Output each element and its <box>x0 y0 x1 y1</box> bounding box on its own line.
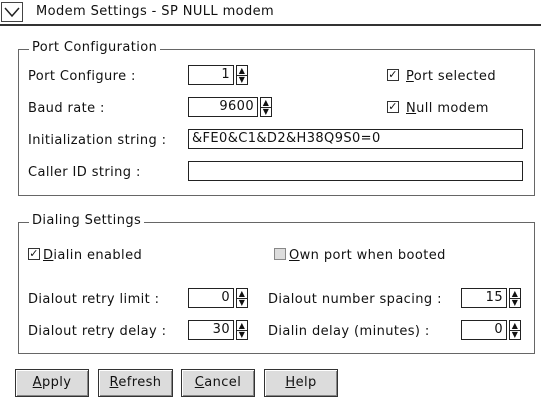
dialout-retry-limit-spin[interactable]: ▲ ▼ <box>236 288 248 308</box>
caller-id-label: Caller ID string : <box>28 165 141 180</box>
help-button[interactable]: Help <box>264 369 338 397</box>
system-menu-button[interactable] <box>1 2 23 22</box>
spin-down-icon[interactable]: ▼ <box>510 298 520 307</box>
baud-rate-spin[interactable]: ▲ ▼ <box>260 97 272 117</box>
window-title: Modem Settings - SP NULL modem <box>36 4 275 19</box>
init-string-label: Initialization string : <box>28 133 167 148</box>
dialout-retry-delay-label: Dialout retry delay : <box>28 324 167 339</box>
null-modem-label[interactable]: Null modem <box>406 101 489 116</box>
apply-button[interactable]: Apply <box>15 369 89 397</box>
own-port-label[interactable]: Own port when booted <box>289 248 446 263</box>
title-bar: Modem Settings - SP NULL modem <box>0 0 541 26</box>
refresh-button[interactable]: Refresh <box>98 369 173 397</box>
port-configure-label: Port Configure : <box>28 69 136 84</box>
dialin-delay-field[interactable]: 0 <box>461 320 507 340</box>
cancel-button[interactable]: Cancel <box>181 369 255 397</box>
caller-id-field[interactable] <box>188 161 523 181</box>
dialout-retry-limit-label: Dialout retry limit : <box>28 292 160 307</box>
spin-down-icon[interactable]: ▼ <box>237 298 247 307</box>
port-selected-checkbox[interactable]: ✓ <box>387 69 399 81</box>
dialout-retry-limit-field[interactable]: 0 <box>188 288 234 308</box>
dialin-delay-label: Dialin delay (minutes) : <box>268 324 430 339</box>
spin-down-icon[interactable]: ▼ <box>261 107 271 116</box>
dialout-retry-delay-field[interactable]: 30 <box>188 320 234 340</box>
dialin-enabled-checkbox[interactable]: ✓ <box>28 248 40 260</box>
own-port-checkbox[interactable] <box>274 248 286 260</box>
dialout-retry-delay-spin[interactable]: ▲ ▼ <box>236 320 248 340</box>
port-configure-field[interactable]: 1 <box>188 65 234 85</box>
dialout-number-spacing-label: Dialout number spacing : <box>268 292 442 307</box>
spin-down-icon[interactable]: ▼ <box>237 330 247 339</box>
baud-rate-label: Baud rate : <box>28 101 105 116</box>
port-configure-spin[interactable]: ▲ ▼ <box>236 65 248 85</box>
port-configuration-title: Port Configuration <box>29 40 161 55</box>
dialin-delay-spin[interactable]: ▲ ▼ <box>509 320 521 340</box>
chevron-down-icon <box>4 7 20 18</box>
dialout-number-spacing-field[interactable]: 15 <box>461 288 507 308</box>
port-selected-label[interactable]: Port selected <box>406 69 496 84</box>
null-modem-checkbox[interactable]: ✓ <box>387 101 399 113</box>
dialing-settings-title: Dialing Settings <box>29 213 145 228</box>
dialin-enabled-label[interactable]: Dialin enabled <box>43 248 142 263</box>
baud-rate-field[interactable]: 9600 <box>188 97 258 117</box>
spin-down-icon[interactable]: ▼ <box>510 330 520 339</box>
init-string-field[interactable]: &FE0&C1&D2&H38Q9S0=0 <box>188 129 523 149</box>
spin-down-icon[interactable]: ▼ <box>237 75 247 84</box>
dialout-number-spacing-spin[interactable]: ▲ ▼ <box>509 288 521 308</box>
